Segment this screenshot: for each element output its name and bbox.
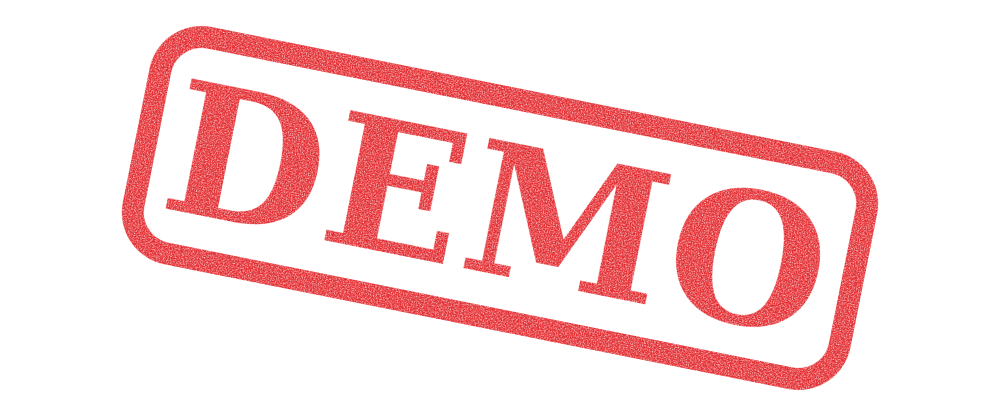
demo-stamp-canvas: DEMO [0, 0, 1000, 416]
demo-stamp: DEMO [121, 26, 879, 390]
